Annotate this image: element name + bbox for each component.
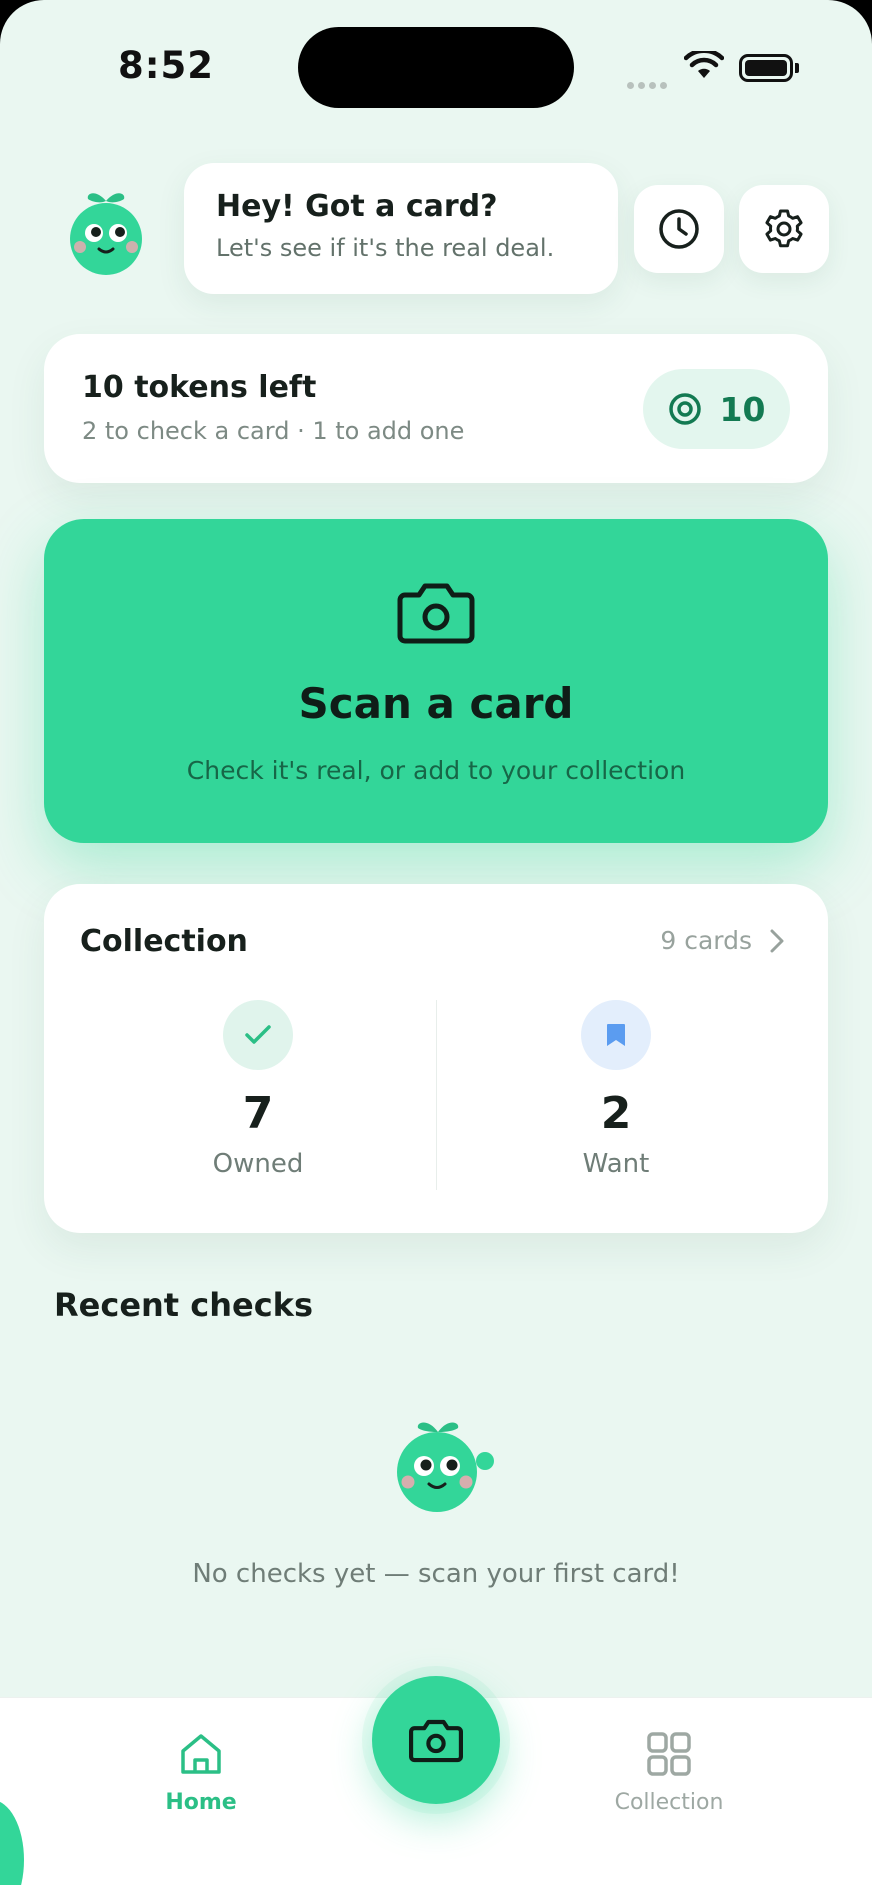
camera-icon bbox=[409, 1719, 463, 1763]
chevron-right-icon bbox=[770, 929, 784, 952]
tab-collection[interactable]: Collection bbox=[569, 1730, 769, 1815]
camera-icon bbox=[397, 583, 475, 644]
tab-home-label: Home bbox=[165, 1790, 237, 1815]
owned-stat[interactable]: 7 Owned bbox=[88, 1000, 428, 1179]
collection-title: Collection bbox=[80, 924, 248, 959]
want-stat[interactable]: 2 Want bbox=[446, 1000, 786, 1179]
wifi-icon bbox=[684, 51, 724, 78]
greeting-subtitle: Let's see if it's the real deal. bbox=[216, 234, 555, 262]
gear-icon bbox=[765, 209, 803, 248]
settings-button[interactable] bbox=[739, 185, 829, 273]
token-icon bbox=[668, 393, 701, 425]
scan-card-button[interactable]: Scan a card Check it's real, or add to y… bbox=[44, 519, 828, 843]
mascot-icon bbox=[70, 193, 142, 275]
token-count: 10 bbox=[719, 389, 766, 429]
tokens-card[interactable]: 10 tokens left 2 to check a card · 1 to … bbox=[44, 334, 828, 483]
mascot-icon bbox=[397, 1422, 494, 1512]
scan-fab-button[interactable] bbox=[372, 1676, 500, 1804]
want-value: 2 bbox=[600, 1088, 632, 1139]
owned-label: Owned bbox=[212, 1149, 304, 1179]
want-label: Want bbox=[582, 1149, 650, 1179]
collection-count-link[interactable]: 9 cards bbox=[660, 926, 784, 955]
history-button[interactable] bbox=[634, 185, 724, 273]
screen: 8:52 Hey! Got a card? Let's see if it's … bbox=[0, 0, 872, 1885]
recent-checks-title: Recent checks bbox=[54, 1286, 313, 1324]
clock-icon bbox=[659, 209, 699, 249]
owned-value: 7 bbox=[242, 1088, 274, 1139]
home-icon bbox=[181, 1734, 221, 1774]
stat-divider bbox=[436, 1000, 437, 1190]
tab-collection-label: Collection bbox=[614, 1790, 724, 1815]
greeting-bubble: Hey! Got a card? Let's see if it's the r… bbox=[184, 163, 618, 294]
battery-icon bbox=[739, 54, 793, 82]
token-badge: 10 bbox=[643, 369, 790, 449]
scan-subtitle: Check it's real, or add to your collecti… bbox=[186, 756, 686, 785]
tab-home[interactable]: Home bbox=[101, 1730, 301, 1815]
greeting-title: Hey! Got a card? bbox=[216, 189, 498, 224]
collection-card[interactable]: Collection 9 cards 7 Owned 2 Want bbox=[44, 884, 828, 1233]
battery-tip bbox=[795, 63, 799, 73]
check-icon bbox=[245, 1025, 271, 1044]
empty-state-text: No checks yet — scan your first card! bbox=[192, 1559, 680, 1589]
bookmark-icon bbox=[607, 1024, 625, 1046]
scan-title: Scan a card bbox=[298, 679, 574, 728]
collection-count: 9 cards bbox=[660, 926, 752, 955]
dynamic-island bbox=[298, 27, 574, 108]
cellular-signal-icon bbox=[627, 74, 671, 93]
grid-icon bbox=[647, 1732, 691, 1776]
owned-icon-circle bbox=[223, 1000, 293, 1070]
want-icon-circle bbox=[581, 1000, 651, 1070]
status-time: 8:52 bbox=[118, 44, 215, 87]
